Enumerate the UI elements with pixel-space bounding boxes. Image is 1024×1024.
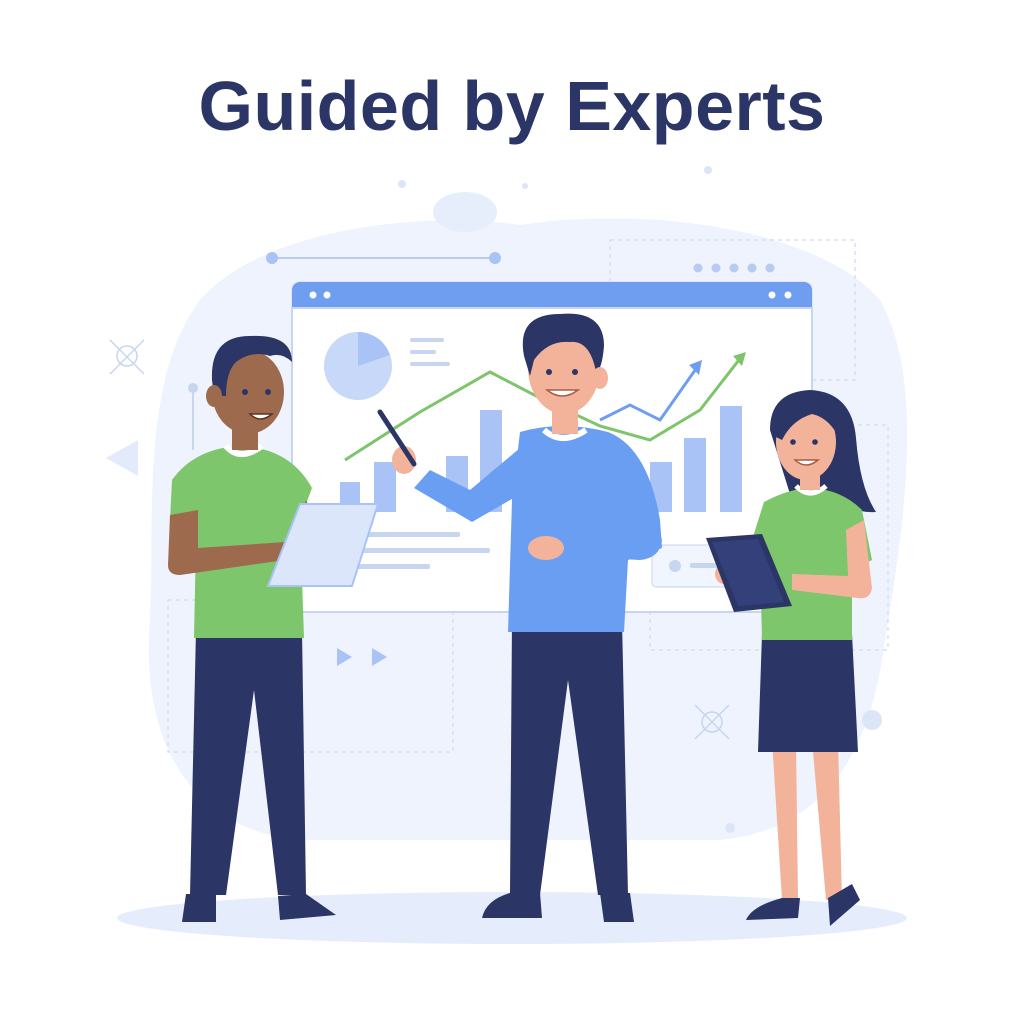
pie-chart-icon — [324, 332, 392, 400]
decor-node-left — [266, 252, 278, 264]
experts-illustration — [106, 166, 908, 944]
decor-node-vertical — [188, 383, 198, 393]
decor-triangle — [106, 440, 138, 476]
x-mark-left — [109, 339, 145, 375]
illustration-page: Guided by Experts — [0, 0, 1024, 1024]
cloud-blob — [433, 192, 497, 232]
decor-node-right — [489, 252, 501, 264]
